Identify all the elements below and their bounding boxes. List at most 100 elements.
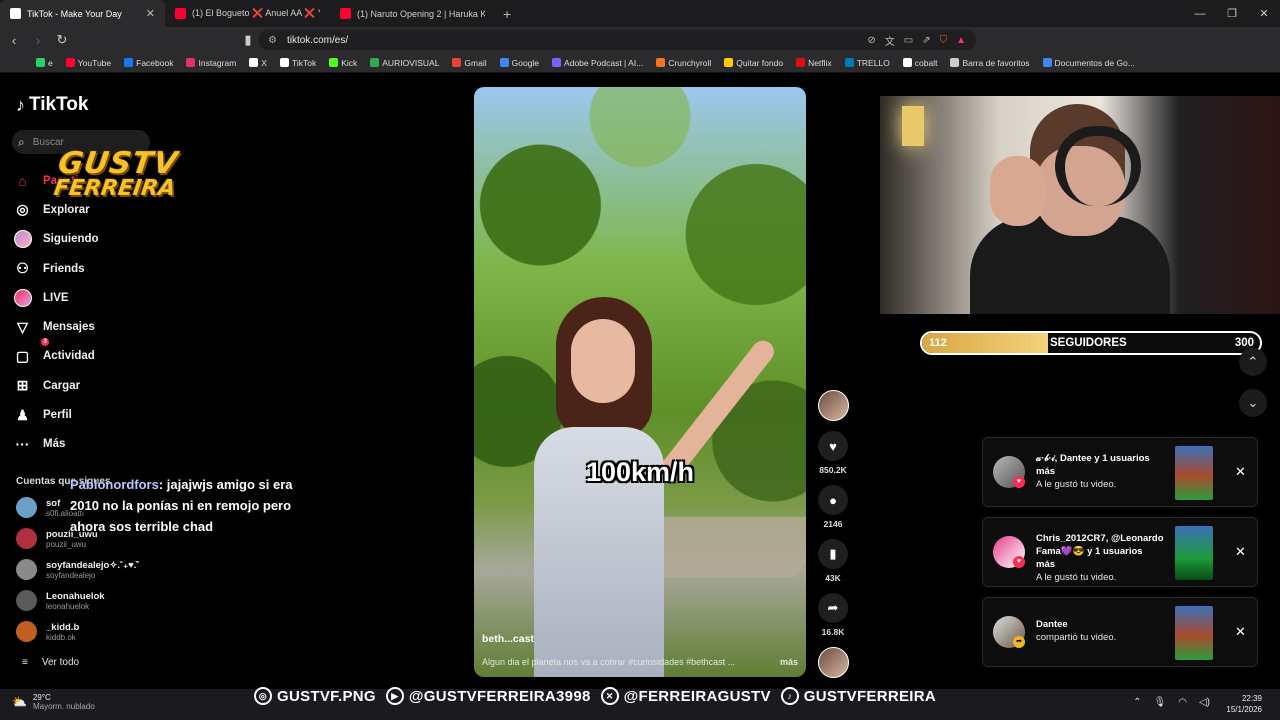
bookmark-favicon-icon (796, 58, 806, 67)
forward-button[interactable]: › (28, 33, 48, 48)
browser-tab-strip: TikTok - Make Your Day ✕ (1) El Bogueto … (0, 0, 1280, 27)
next-video-button[interactable]: ⌄ (1239, 389, 1267, 417)
share-icon[interactable]: ⇗ (922, 35, 930, 46)
bookmark-item[interactable]: Netflix (796, 58, 832, 68)
close-icon[interactable]: ✕ (1235, 624, 1246, 640)
bookmark-label: cobalt (914, 57, 938, 68)
nav-item-mensajes[interactable]: ▽ Mensajes (14, 312, 99, 341)
tab-tiktok[interactable]: TikTok - Make Your Day ✕ (0, 0, 165, 27)
comment-button[interactable]: ● 2146 (817, 485, 849, 529)
chevron-up-icon[interactable]: ⌃ (1133, 697, 1141, 708)
close-window-button[interactable]: ✕ (1248, 7, 1280, 20)
bookmark-item[interactable]: Crunchyroll (656, 58, 711, 68)
bookmark-favicon-icon (499, 58, 509, 67)
bookmark-icon: ▮ (818, 539, 848, 569)
sound-avatar[interactable] (817, 647, 849, 678)
previous-video-button[interactable]: ⌃ (1239, 348, 1267, 376)
bookmark-item[interactable]: Facebook (124, 58, 173, 68)
bookmark-item[interactable]: Instagram (186, 58, 236, 68)
bookmark-label: Barra de favoritos (962, 57, 1030, 68)
mic-icon[interactable]: 🎙 (1154, 697, 1167, 708)
bookmark-label: Kick (341, 57, 358, 68)
reload-button[interactable]: ↻ (52, 32, 72, 48)
bookmark-item[interactable]: Barra de favoritos (950, 57, 1030, 68)
bookmark-item[interactable]: X (249, 58, 267, 68)
rewards-icon[interactable]: ▲ (956, 35, 966, 46)
nav-label: Friends (43, 262, 85, 275)
more-button[interactable]: más (780, 657, 798, 667)
nav-item-perfil[interactable]: ♟ Perfil (14, 400, 99, 429)
author-avatar[interactable] (817, 390, 849, 421)
clock[interactable]: 22:39 15/1/2026 (1226, 693, 1262, 715)
weather-widget[interactable]: ⛅ 29°C Mayorm. nublado (12, 693, 95, 711)
bookmark-item[interactable]: TRELLO (844, 58, 890, 68)
notification-thumbnail[interactable] (1175, 606, 1213, 660)
back-button[interactable]: ‹ (4, 33, 24, 48)
bookmark-item[interactable]: AURIOVISUAL (370, 58, 439, 68)
new-tab-button[interactable]: + (495, 6, 519, 22)
bookmark-label: e (48, 57, 53, 68)
nav-item-friends[interactable]: ⚇ Friends (14, 254, 99, 283)
close-icon[interactable]: ✕ (1235, 544, 1246, 560)
activity-badge: 3 (41, 337, 50, 346)
bookmark-item[interactable]: Documentos de Go... (1042, 58, 1135, 68)
wifi-icon[interactable]: ◠ (1178, 697, 1187, 708)
system-tray: ⌃ 🎙 ◠ ◁) (1133, 697, 1210, 708)
see-all-button[interactable]: ≡ Ver todo (22, 657, 79, 668)
notification-card[interactable]: ♥ Chris_2012CR7, @Leonardo Fama💜😎 y 1 us… (982, 517, 1258, 587)
video-player[interactable]: 100km/h beth...cast Algun dia el planeta… (474, 87, 806, 677)
save-button[interactable]: ▮ 43K (817, 539, 849, 583)
brave-shield-icon[interactable]: ⛉ (940, 35, 948, 46)
social-label: GUSTVF.PNG (277, 687, 376, 705)
bookmark-item[interactable]: Adobe Podcast | AI... (552, 58, 643, 68)
notification-thumbnail[interactable] (1175, 446, 1213, 500)
account-name: Leonahuelok (46, 590, 105, 602)
notification-card[interactable]: ➦ Dantee compartió tu video. ✕ (982, 597, 1258, 667)
bookmark-item[interactable]: Gmail (452, 58, 487, 68)
close-tab-icon[interactable]: ✕ (146, 7, 155, 20)
search-placeholder: Buscar (32, 136, 64, 148)
following-account[interactable]: _kidd.b kiddb.ok (16, 621, 79, 642)
tab-youtube-1[interactable]: (1) El Bogueto ❌ Anuel AA ❌ Yung (165, 0, 330, 27)
tab-youtube-2[interactable]: (1) Naruto Opening 2 | Haruka Kanat (330, 0, 495, 27)
no-camera-icon[interactable]: ⊘ (867, 35, 875, 46)
notification-card[interactable]: ♥ 𝒶·𝒷·𝒾, Dantee y 1 usuarios más A le gu… (982, 437, 1258, 507)
cast-icon[interactable]: ▭ (904, 35, 913, 46)
streamer-webcam (880, 96, 1280, 314)
url-field[interactable]: ⚙ tiktok.com/es/ ⊘ 文 ▭ ⇗ ⛉ ▲ (258, 30, 976, 50)
like-button[interactable]: ♥ 850.2K (817, 431, 849, 475)
close-icon[interactable]: ✕ (1235, 464, 1246, 480)
bookmark-item[interactable]: Quitar fondo (724, 58, 783, 68)
nav-label: Más (43, 438, 66, 451)
video-actions: ♥ 850.2K ● 2146 ▮ 43K ➦ 16.8K (817, 390, 849, 688)
bookmark-item[interactable]: cobalt (902, 57, 938, 68)
translate-icon[interactable]: 文 (885, 33, 895, 48)
nav-item-actividad[interactable]: ▢ 3 Actividad (14, 337, 99, 371)
following-account[interactable]: Leonahuelok leonahuelok (16, 590, 105, 611)
more-icon: ··· (15, 436, 30, 453)
bookmark-item[interactable]: Google (499, 58, 539, 68)
video-author[interactable]: beth...cast (482, 633, 534, 645)
nav-item-mas[interactable]: ··· Más (14, 430, 99, 459)
nav-item-cargar[interactable]: ⊞ Cargar (14, 371, 99, 400)
nav-label: Actividad (43, 350, 95, 363)
volume-icon[interactable]: ◁) (1199, 697, 1210, 708)
tab-label: (1) El Bogueto ❌ Anuel AA ❌ Yung (192, 8, 320, 18)
minimize-button[interactable]: — (1184, 8, 1216, 20)
notification-thumbnail[interactable] (1175, 526, 1213, 580)
bookmark-favicon-icon (36, 58, 45, 67)
restore-button[interactable]: ❐ (1216, 7, 1248, 20)
following-account[interactable]: soyfandealejo✧.˚₊♥.̇˚ soyfandealejo (16, 559, 140, 580)
bookmark-icon[interactable]: ▮ (238, 32, 258, 48)
bookmark-item[interactable]: e (36, 58, 53, 68)
bookmark-item[interactable]: TikTok (279, 58, 316, 68)
site-settings-icon[interactable]: ⚙ (268, 35, 277, 46)
home-icon: ⌂ (18, 172, 27, 189)
nav-item-live[interactable]: LIVE (14, 283, 99, 312)
account-name: soyfandealejo✧.˚₊♥.̇˚ (46, 559, 140, 571)
tiktok-logo[interactable]: ♪ TikTok (16, 94, 88, 116)
bookmark-item[interactable]: Kick (329, 58, 357, 68)
nav-item-siguiendo[interactable]: Siguiendo (14, 225, 99, 254)
bookmark-item[interactable]: YouTube (65, 58, 111, 68)
share-button[interactable]: ➦ 16.8K (817, 593, 849, 637)
